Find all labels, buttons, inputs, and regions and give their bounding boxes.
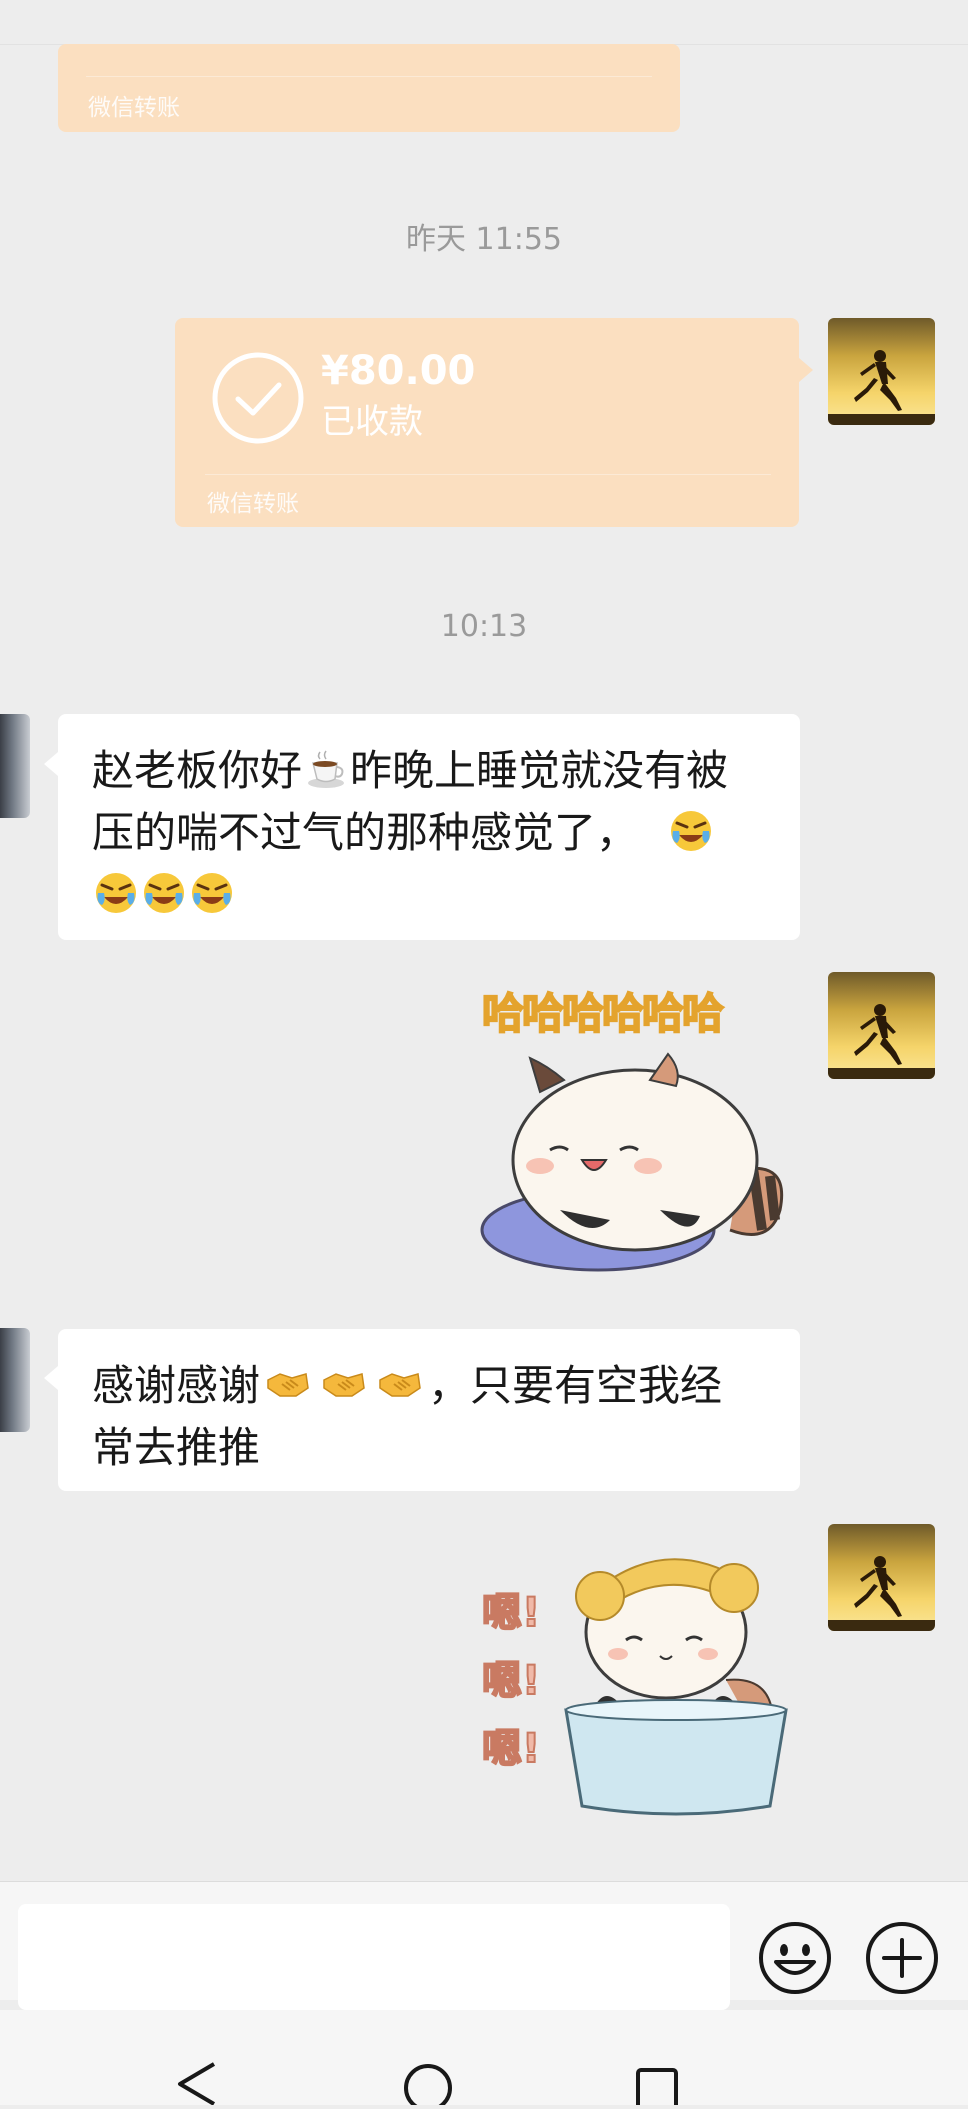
transfer-divider xyxy=(86,76,652,77)
contact-avatar[interactable] xyxy=(0,714,30,818)
message-bubble[interactable]: 赵老板你好 昨晚上睡觉就没有被 压的喘不过气的那种感觉了， xyxy=(58,714,800,940)
sticker-caption: 哈哈哈哈哈哈 xyxy=(481,988,725,1039)
handshake-emoji-icon xyxy=(267,1373,309,1397)
circle-home-icon[interactable] xyxy=(400,2060,456,2109)
check-circle-icon xyxy=(211,351,305,449)
bubble-tail xyxy=(44,752,58,776)
transfer-label: 微信转账 xyxy=(207,491,299,517)
sticker-caption-line: 嗯! xyxy=(481,1589,541,1637)
message-text: ，只要有空我经 xyxy=(428,1361,723,1410)
message-text: 压的喘不过气的那种感觉了， xyxy=(92,808,639,857)
message-text: 昨晚上睡觉就没有被 xyxy=(350,746,729,795)
my-avatar[interactable] xyxy=(828,318,935,425)
coffee-cup-icon xyxy=(308,750,345,788)
message-input[interactable] xyxy=(18,1904,730,2010)
top-transfer-bubble[interactable]: 微信转账 xyxy=(58,44,680,132)
transfer-status: 已收款 xyxy=(321,402,423,442)
message-line: 常去推推 xyxy=(92,1417,766,1479)
message-text: 赵老板你好 xyxy=(92,746,303,795)
panda-sticker-graphic xyxy=(480,1052,784,1272)
handshake-emoji-icon xyxy=(323,1373,365,1397)
crying-laughing-emoji-icon xyxy=(144,873,184,913)
sticker-nodding-panda[interactable]: 嗯! 嗯! 嗯! xyxy=(476,1540,796,1840)
square-recent-icon[interactable] xyxy=(634,2066,680,2109)
top-transfer-label: 微信转账 xyxy=(88,95,180,121)
my-avatar[interactable] xyxy=(828,1524,935,1631)
message-text: 常去推推 xyxy=(92,1423,261,1472)
panda-basin-graphic xyxy=(564,1558,788,1816)
timestamp-today: 10:13 xyxy=(440,609,528,644)
transfer-bubble[interactable]: ¥80.00 已收款 微信转账 xyxy=(175,318,799,527)
transfer-divider xyxy=(205,474,771,475)
sticker-laughing-panda[interactable]: 哈哈哈哈哈哈 xyxy=(470,980,800,1280)
bubble-tail xyxy=(44,1366,58,1390)
message-line: 压的喘不过气的那种感觉了， xyxy=(92,802,766,864)
message-bubble[interactable]: 感谢感谢 ，只要有空我经 常去推推 xyxy=(58,1329,800,1491)
my-avatar[interactable] xyxy=(828,972,935,1079)
crying-laughing-emoji-icon xyxy=(671,811,712,851)
bubble-tail xyxy=(799,358,813,382)
contact-avatar[interactable] xyxy=(0,1328,30,1432)
crying-laughing-emoji-icon xyxy=(192,873,232,913)
message-line: 感谢感谢 ，只要有空我经 xyxy=(92,1355,766,1417)
message-line xyxy=(92,864,766,926)
triangle-back-icon[interactable] xyxy=(172,2060,224,2109)
system-nav-bar xyxy=(0,2010,968,2105)
message-text: 感谢感谢 xyxy=(92,1361,261,1410)
crying-laughing-emoji-icon xyxy=(96,873,136,913)
transfer-amount: ¥80.00 xyxy=(321,348,476,394)
plus-circle-icon[interactable] xyxy=(864,1920,940,2000)
sticker-caption-line: 嗯! xyxy=(481,1725,541,1773)
message-line: 赵老板你好 昨晚上睡觉就没有被 xyxy=(92,740,766,802)
handshake-emoji-icon xyxy=(379,1373,421,1397)
emoji-face-icon[interactable] xyxy=(757,1920,833,2000)
sticker-caption-line: 嗯! xyxy=(481,1657,541,1705)
top-strip xyxy=(0,0,968,45)
timestamp-yesterday: 昨天 11:55 xyxy=(406,222,562,257)
